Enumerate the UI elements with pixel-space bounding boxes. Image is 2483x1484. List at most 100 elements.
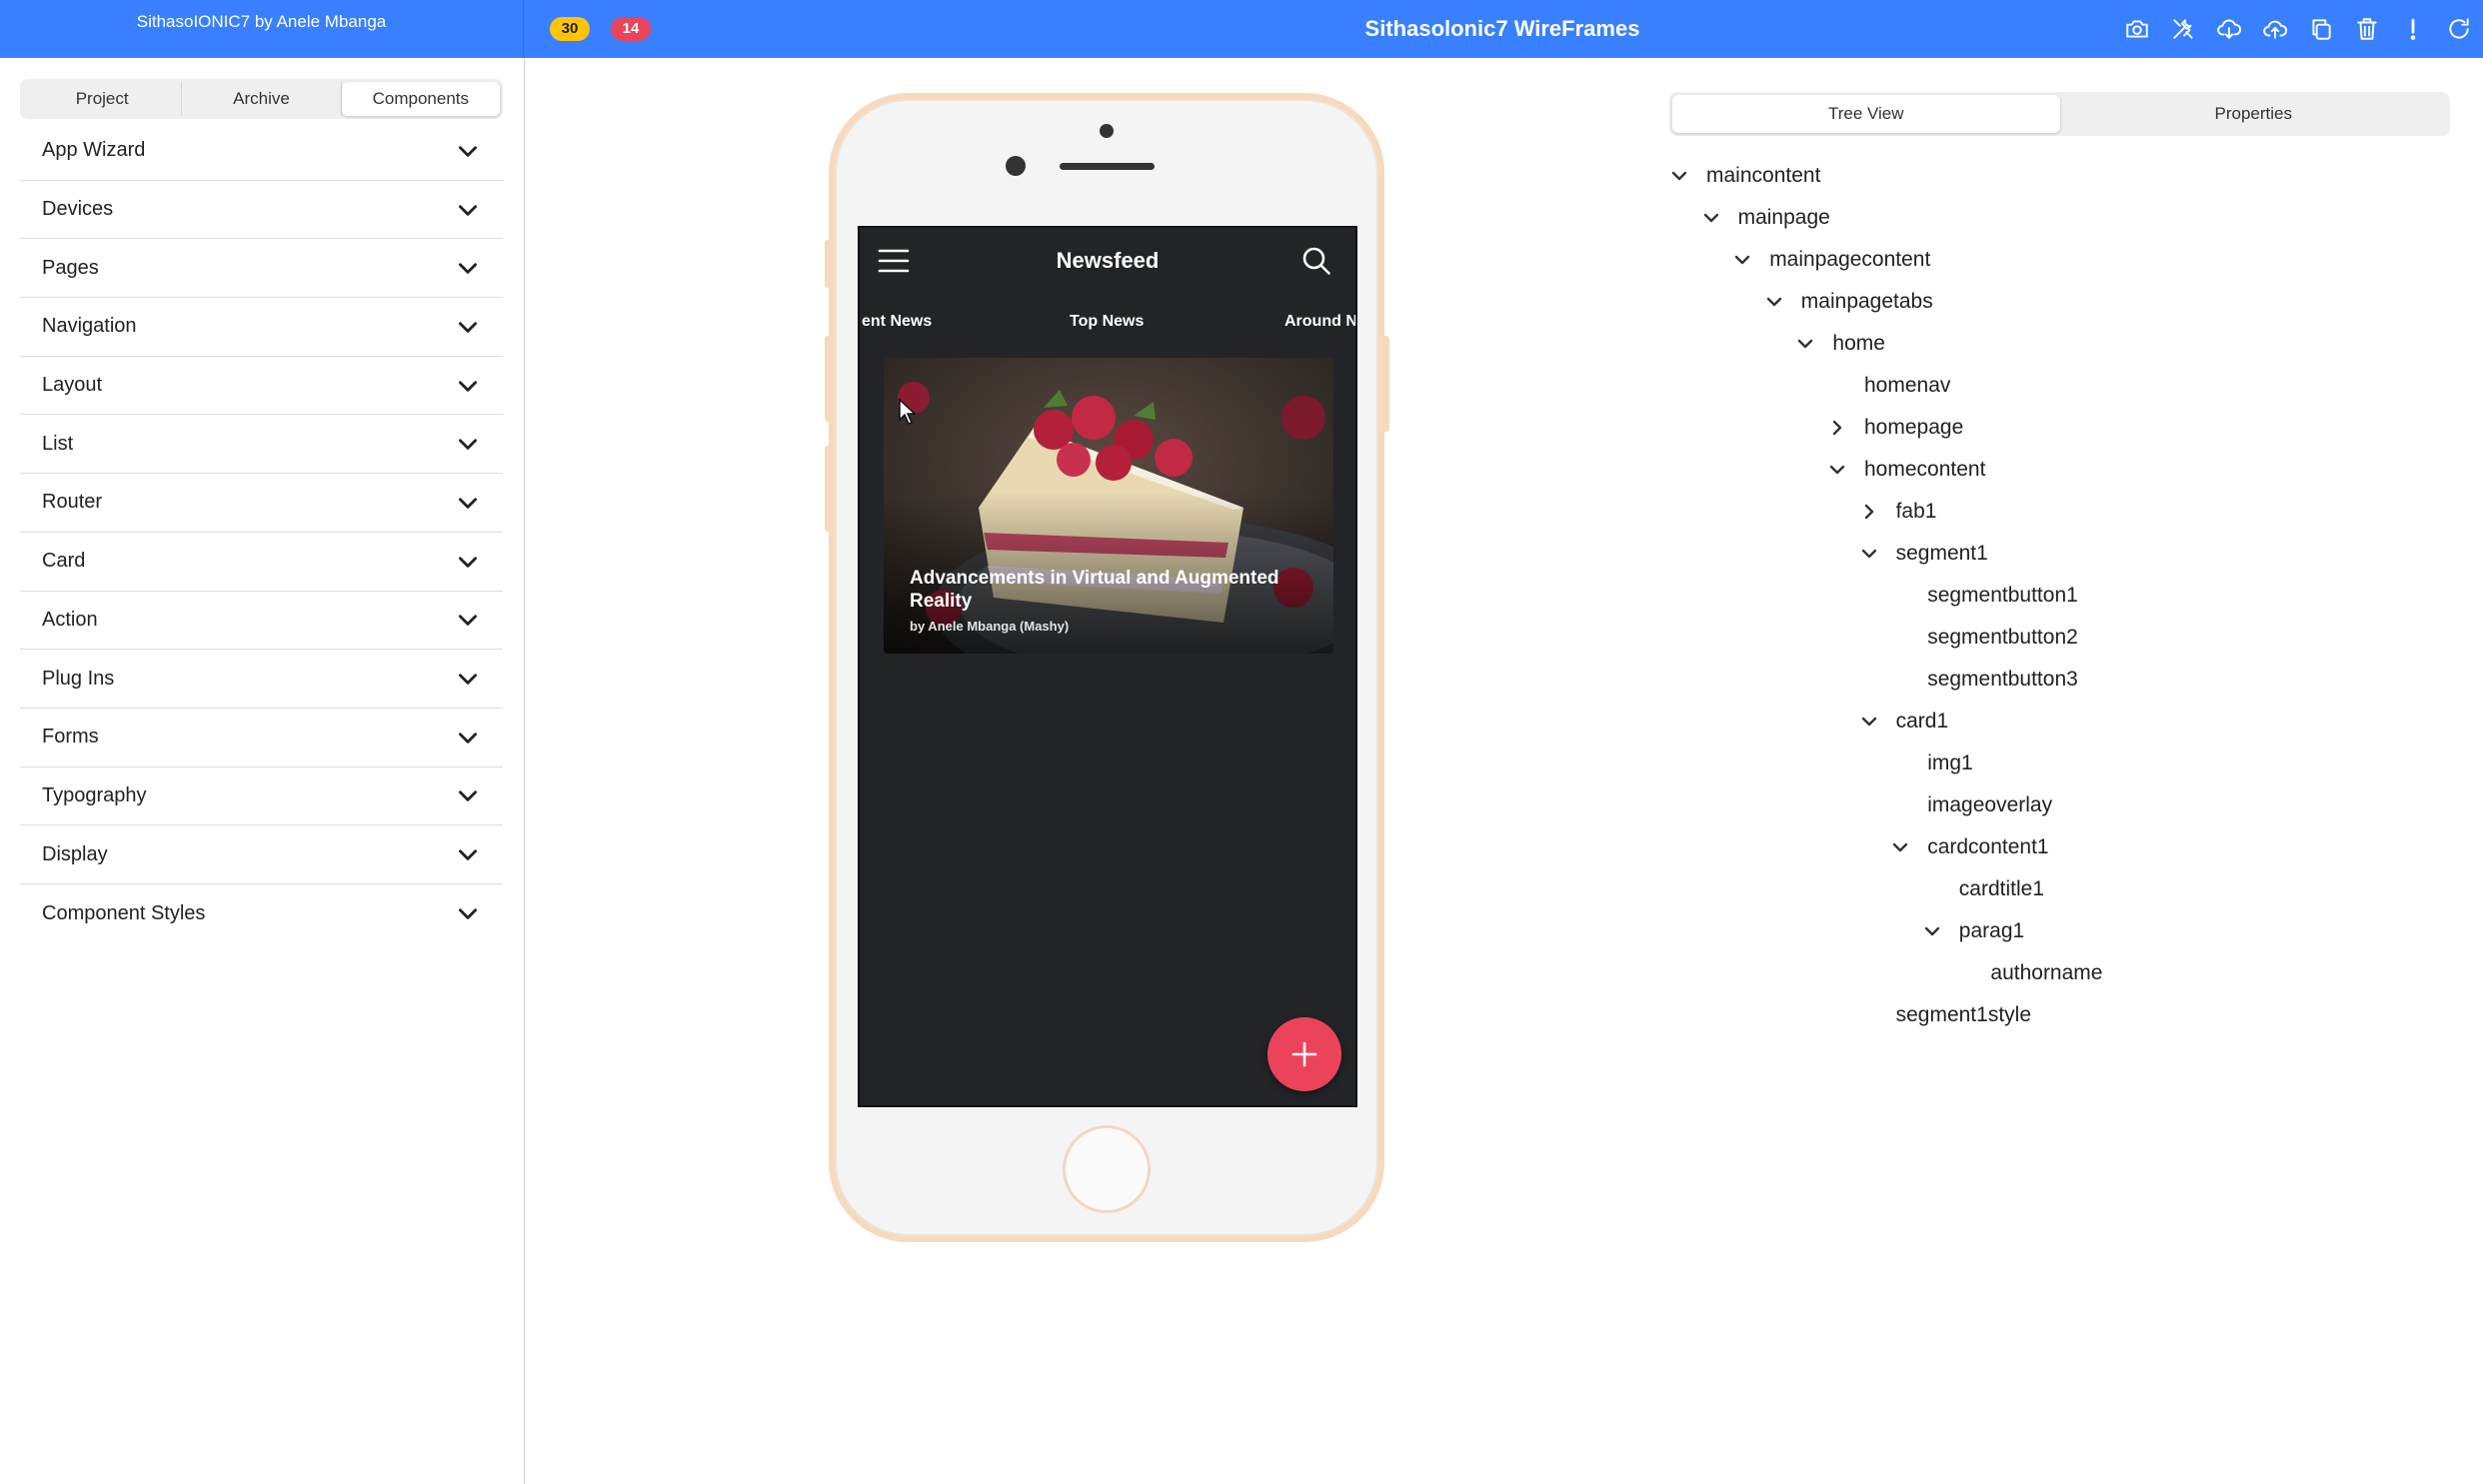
accordion-navigation[interactable]: Navigation <box>20 298 503 357</box>
segment-tabs: ent News Top News Around N <box>860 294 1355 350</box>
accordion-label: Plug Ins <box>42 667 115 690</box>
add-icon <box>1291 1041 1317 1067</box>
chevron-right-icon[interactable] <box>1859 502 1879 522</box>
tree-node-imageoverlay[interactable]: imageoverlay <box>1669 784 2449 826</box>
chevron-down-icon[interactable] <box>1827 460 1847 480</box>
card-title: Advancements in Virtual and Augmented Re… <box>910 568 1279 612</box>
segment-button-3[interactable]: Around N <box>1284 294 1355 350</box>
accordion-label: Display <box>42 842 108 865</box>
tree-node-parag1[interactable]: parag1 <box>1669 910 2449 952</box>
phone-home-button[interactable] <box>1063 1125 1151 1213</box>
chevron-down-icon[interactable] <box>1890 837 1910 857</box>
chevron-down-icon[interactable] <box>1859 712 1879 732</box>
error-count-badge[interactable]: 14 <box>611 17 651 41</box>
tree-node-maincontent[interactable]: maincontent <box>1669 155 2449 197</box>
component-tree: maincontent mainpage mainpagecontent mainpa… <box>1669 155 2449 1036</box>
news-card[interactable]: Advancements in Virtual and Augmented Re… <box>884 358 1333 654</box>
phone-side-button <box>825 446 833 532</box>
chevron-right-icon[interactable] <box>1827 418 1847 438</box>
tree-node-homecontent[interactable]: homecontent <box>1669 449 2449 491</box>
tab-archive[interactable]: Archive <box>182 82 342 116</box>
copy-icon[interactable] <box>2305 13 2337 45</box>
tree-node-segment1[interactable]: segment1 <box>1669 533 2449 575</box>
tree-node-label: segment1 <box>1895 542 1988 565</box>
tree-node-segmentbutton3[interactable]: segmentbutton3 <box>1669 659 2449 701</box>
tree-node-home[interactable]: home <box>1669 323 2449 365</box>
phone-side-button <box>825 336 833 422</box>
segment-button-1[interactable]: ent News <box>862 294 932 350</box>
chevron-down-icon[interactable] <box>1922 921 1942 941</box>
accordion-label: Typography <box>42 783 147 806</box>
chevron-down-icon[interactable] <box>1701 208 1721 228</box>
accordion-devices[interactable]: Devices <box>20 181 503 240</box>
toolbar-icons <box>2121 13 2475 45</box>
accordion-list[interactable]: List <box>20 415 503 475</box>
chevron-down-icon <box>459 733 477 743</box>
tree-node-fab1[interactable]: fab1 <box>1669 491 2449 533</box>
chevron-down-icon <box>459 849 477 860</box>
menu-icon[interactable] <box>878 248 910 274</box>
tree-node-authorname[interactable]: authorname <box>1669 952 2449 994</box>
refresh-icon[interactable] <box>2443 13 2475 45</box>
tree-node-label: card1 <box>1895 710 1949 733</box>
alert-icon[interactable] <box>2397 13 2429 45</box>
tree-node-label: segmentbutton3 <box>1927 668 2078 691</box>
tools-icon[interactable] <box>2167 13 2199 45</box>
chevron-down-icon[interactable] <box>1669 166 1689 186</box>
tree-node-mainpagetabs[interactable]: mainpagetabs <box>1669 281 2449 323</box>
camera-icon[interactable] <box>2121 13 2153 45</box>
tree-node-segment1style[interactable]: segment1style <box>1669 994 2449 1036</box>
accordion-pages[interactable]: Pages <box>20 239 503 299</box>
tree-node-card1[interactable]: card1 <box>1669 701 2449 742</box>
accordion-action[interactable]: Action <box>20 592 503 651</box>
tab-properties[interactable]: Properties <box>2060 95 2448 133</box>
accordion-card[interactable]: Card <box>20 533 503 592</box>
segment-button-2[interactable]: Top News <box>1070 294 1144 350</box>
warning-count-badge[interactable]: 30 <box>550 17 590 41</box>
tree-node-label: segmentbutton1 <box>1927 584 2078 607</box>
accordion-router[interactable]: Router <box>20 474 503 533</box>
chevron-down-icon[interactable] <box>1795 334 1815 354</box>
accordion-forms[interactable]: Forms <box>20 709 503 767</box>
accordion-plug-ins[interactable]: Plug Ins <box>20 650 503 709</box>
tree-node-cardcontent1[interactable]: cardcontent1 <box>1669 826 2449 868</box>
fab-add-button[interactable] <box>1267 1017 1341 1091</box>
mouse-cursor-icon <box>899 398 917 425</box>
accordion-app-wizard[interactable]: App Wizard <box>20 122 503 181</box>
tree-node-label: homenav <box>1864 374 1951 397</box>
accordion-component-styles[interactable]: Component Styles <box>20 884 503 943</box>
page-title: Sithasolonic7 WireFrames <box>1364 16 1640 41</box>
chevron-down-icon <box>459 498 477 509</box>
phone-speaker <box>1060 163 1155 170</box>
app-author-title: SithasoIONIC7 by Anele Mbanga <box>0 0 524 58</box>
tree-node-mainpagecontent[interactable]: mainpagecontent <box>1669 239 2449 281</box>
tree-node-label: fab1 <box>1895 500 1937 523</box>
accordion-display[interactable]: Display <box>20 825 503 884</box>
chevron-down-icon[interactable] <box>1859 544 1879 564</box>
tree-node-segmentbutton2[interactable]: segmentbutton2 <box>1669 617 2449 659</box>
accordion-label: Devices <box>42 198 114 221</box>
tree-node-homenav[interactable]: homenav <box>1669 365 2449 407</box>
cloud-download-icon[interactable] <box>2213 13 2245 45</box>
accordion-label: Router <box>42 491 103 514</box>
tree-node-homepage[interactable]: homepage <box>1669 407 2449 449</box>
tree-node-label: mainpagetabs <box>1800 290 1933 313</box>
chevron-down-icon[interactable] <box>1764 292 1784 312</box>
tab-project[interactable]: Project <box>23 82 183 116</box>
tab-tree-view[interactable]: Tree View <box>1672 95 2060 133</box>
accordion-typography[interactable]: Typography <box>20 767 503 826</box>
tree-node-segmentbutton1[interactable]: segmentbutton1 <box>1669 575 2449 617</box>
cloud-upload-icon[interactable] <box>2259 13 2291 45</box>
tree-node-img1[interactable]: img1 <box>1669 742 2449 784</box>
tree-node-cardtitle1[interactable]: cardtitle1 <box>1669 868 2449 910</box>
accordion-label: Action <box>42 608 98 631</box>
chevron-down-icon[interactable] <box>1732 250 1752 270</box>
tab-components[interactable]: Components <box>341 82 500 116</box>
search-icon[interactable] <box>1301 246 1331 276</box>
left-panel-tabs: Project Archive Components <box>20 79 503 119</box>
tree-node-label: segmentbutton2 <box>1927 626 2078 649</box>
tree-node-mainpage[interactable]: mainpage <box>1669 197 2449 239</box>
accordion-layout[interactable]: Layout <box>20 357 503 416</box>
phone-screen: Newsfeed ent News Top News Around N Adva… <box>858 226 1357 1107</box>
trash-icon[interactable] <box>2351 13 2383 45</box>
